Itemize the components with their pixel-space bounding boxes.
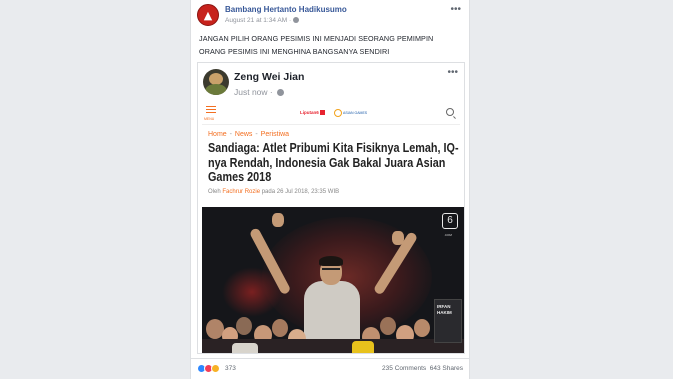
site-logo: Liputan6 xyxy=(300,110,325,115)
asian-games-logo: ASIAN GAMES xyxy=(334,109,367,119)
engagement-counts: 235 Comments 643 Shares xyxy=(382,365,463,372)
shared-author-name[interactable]: Zeng Wei Jian xyxy=(234,71,304,83)
liputan6-watermark-icon: 6 .COM xyxy=(442,213,458,237)
globe-icon xyxy=(277,89,285,96)
article-screenshot[interactable]: MENU Liputan6 ASIAN GAMES Home - News - … xyxy=(202,103,464,353)
irfan-hakim-banner: IRFAN HAKIM xyxy=(434,299,462,343)
breadcrumb: Home - News - Peristiwa xyxy=(208,131,290,138)
post-timestamp[interactable]: August 21 at 1:34 AM · xyxy=(225,17,300,24)
shared-post: Zeng Wei Jian Just now · ••• MENU Liputa… xyxy=(197,62,465,354)
comments-count[interactable]: 235 Comments xyxy=(382,365,426,372)
shares-count[interactable]: 643 Shares xyxy=(430,365,463,372)
author-avatar[interactable]: ▲ xyxy=(197,4,219,26)
reaction-count[interactable]: 373 xyxy=(225,365,236,372)
shared-more-options-icon[interactable]: ••• xyxy=(447,67,458,78)
shared-author-avatar[interactable] xyxy=(203,69,229,95)
more-options-icon[interactable]: ••• xyxy=(450,4,461,15)
post-header: ▲ Bambang Hertanto Hadikusumo August 21 … xyxy=(197,4,465,30)
article-headline: Sandiaga: Atlet Pribumi Kita Fisiknya Le… xyxy=(208,141,459,184)
menu-icon xyxy=(206,106,216,115)
article-byline: Oleh Fachrur Rozie pada 26 Jul 2018, 23:… xyxy=(208,189,340,195)
menu-label: MENU xyxy=(204,117,215,121)
post-text-line-2: ORANG PESIMIS INI MENGHINA BANGSANYA SEN… xyxy=(199,47,390,56)
crowd xyxy=(202,305,464,353)
facebook-post: ▲ Bambang Hertanto Hadikusumo August 21 … xyxy=(190,0,470,379)
site-navbar: MENU Liputan6 ASIAN GAMES xyxy=(202,103,460,125)
author-name[interactable]: Bambang Hertanto Hadikusumo xyxy=(225,5,347,14)
hand-right xyxy=(392,231,404,245)
hand-left xyxy=(272,213,284,227)
article-photo: IRFAN HAKIM 6 .COM xyxy=(202,207,464,353)
globe-icon xyxy=(293,17,300,23)
haha-icon xyxy=(211,364,220,373)
post-footer: 373 235 Comments 643 Shares xyxy=(191,358,469,379)
post-text-line-1: JANGAN PILIH ORANG PESIMIS INI MENJADI S… xyxy=(199,34,434,43)
shared-timestamp[interactable]: Just now · xyxy=(234,87,285,97)
search-icon xyxy=(446,108,454,116)
